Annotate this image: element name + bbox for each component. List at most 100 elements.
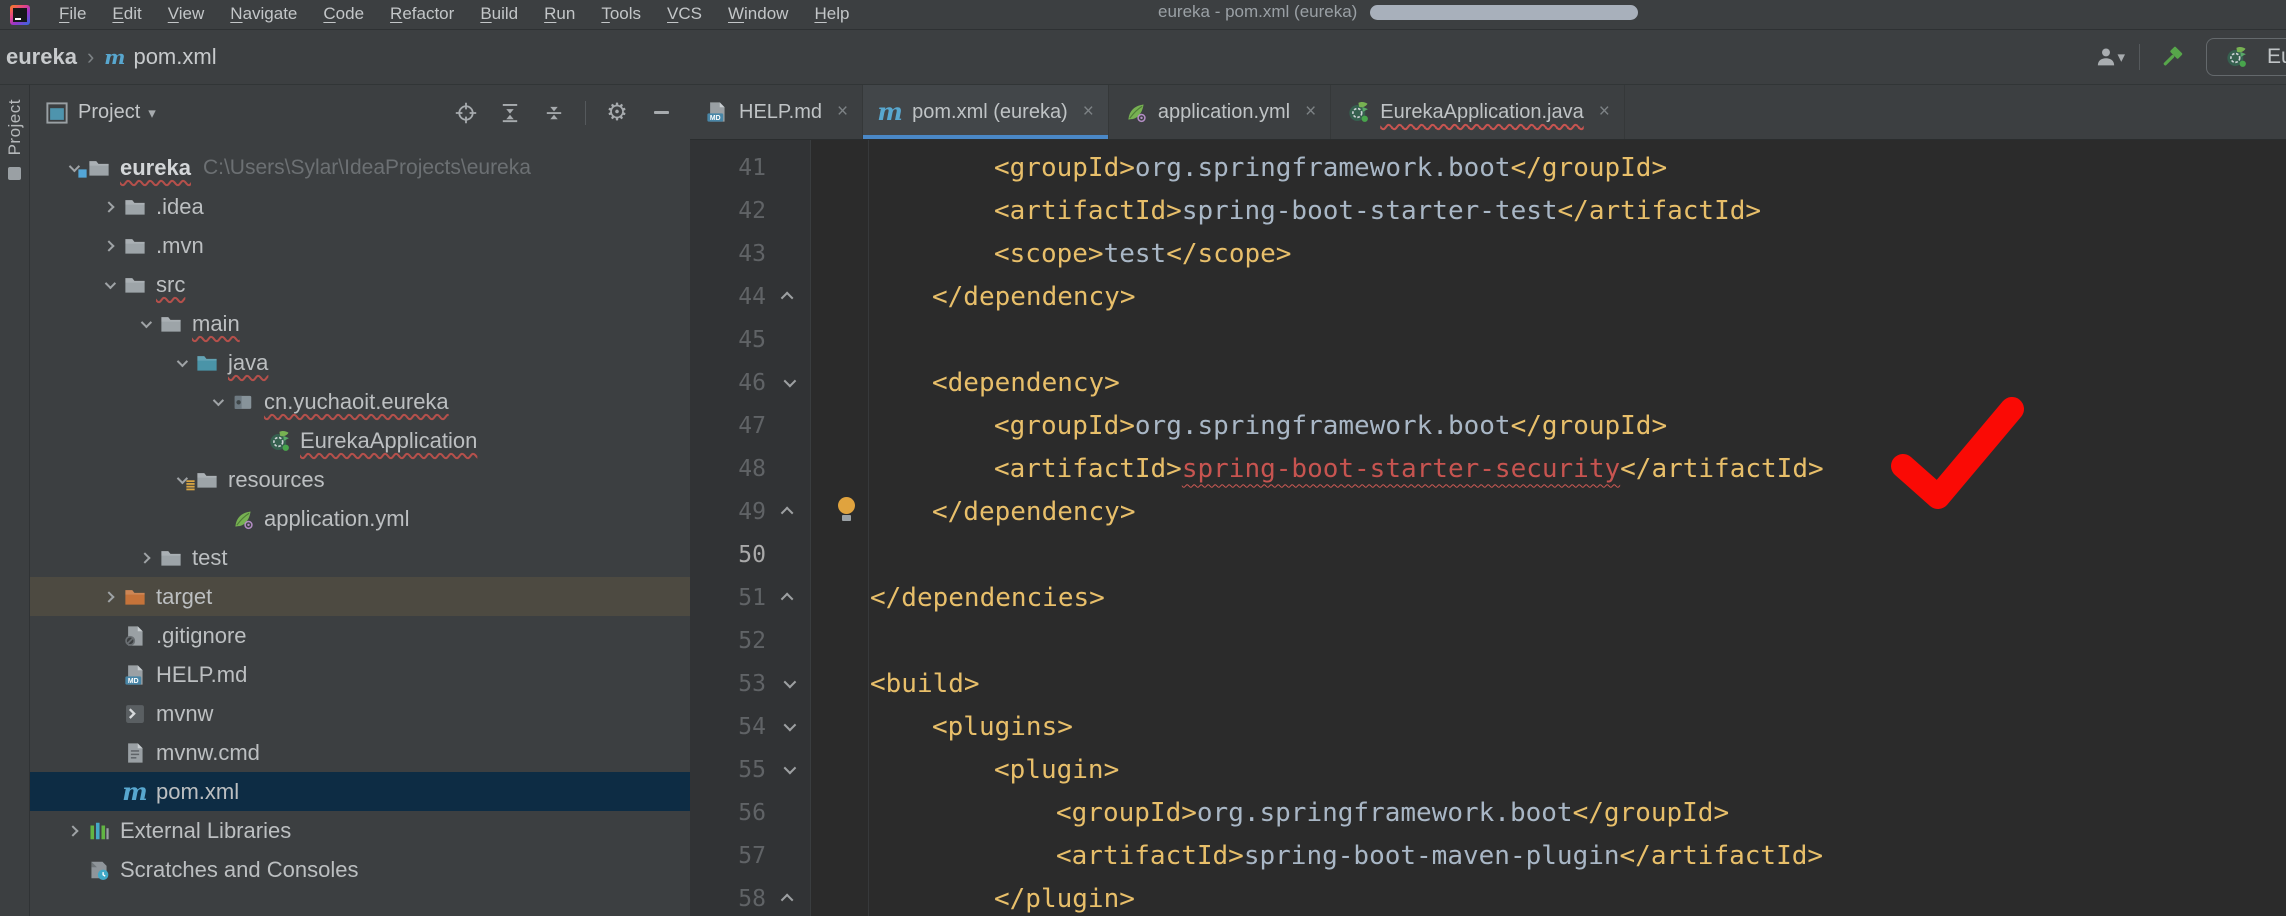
tree-item-idea[interactable]: .idea	[30, 187, 690, 226]
expand-all-icon[interactable]	[495, 98, 525, 128]
intention-bulb-icon[interactable]	[838, 497, 855, 525]
menu-item-build[interactable]: Build	[467, 0, 531, 30]
fold-open-icon[interactable]	[766, 361, 810, 404]
chevron-down-icon[interactable]: ▾	[148, 104, 156, 122]
tree-item-mvnw[interactable]: mvnw	[30, 694, 690, 733]
tree-item-mvn[interactable]: .mvn	[30, 226, 690, 265]
tree-chevron-icon[interactable]	[96, 577, 122, 616]
tree-item-scratches-and-consoles[interactable]: Scratches and Consoles	[30, 850, 690, 889]
dropdown-caret-icon[interactable]: ▾	[2117, 48, 2125, 66]
menu-item-edit[interactable]: Edit	[99, 0, 154, 30]
code-line-48[interactable]: 48 <artifactId>spring-boot-starter-secur…	[690, 447, 2286, 490]
tree-item-mvnw-cmd[interactable]: mvnw.cmd	[30, 733, 690, 772]
fold-close-icon[interactable]	[766, 490, 810, 533]
code-line-51[interactable]: 51 </dependencies>	[690, 576, 2286, 619]
breadcrumb-project[interactable]: eureka	[6, 44, 77, 70]
code-area[interactable]: 41 <groupId>org.springframework.boot</gr…	[690, 140, 2286, 916]
close-icon[interactable]: ×	[1599, 101, 1610, 123]
code-line-58[interactable]: 58 </plugin>	[690, 877, 2286, 916]
breadcrumb-file[interactable]: pom.xml	[133, 44, 216, 70]
code-line-42[interactable]: 42 <artifactId>spring-boot-starter-test<…	[690, 189, 2286, 232]
tree-chevron-icon[interactable]	[240, 421, 266, 460]
tree-chevron-icon[interactable]	[60, 811, 86, 850]
menu-item-help[interactable]: Help	[801, 0, 862, 30]
tree-chevron-icon[interactable]	[96, 694, 122, 733]
tree-item-pom-xml[interactable]: m pom.xml	[30, 772, 690, 811]
fold-marker-icon[interactable]	[766, 232, 810, 275]
tree-item-external-libraries[interactable]: External Libraries	[30, 811, 690, 850]
menu-item-code[interactable]: Code	[310, 0, 377, 30]
fold-marker-icon[interactable]	[766, 189, 810, 232]
tree-chevron-icon[interactable]	[96, 187, 122, 226]
tree-chevron-icon[interactable]	[60, 850, 86, 889]
tree-chevron-icon[interactable]	[96, 733, 122, 772]
tree-chevron-icon[interactable]	[204, 382, 230, 421]
menu-item-window[interactable]: Window	[715, 0, 801, 30]
code-line-47[interactable]: 47 <groupId>org.springframework.boot</gr…	[690, 404, 2286, 447]
menu-item-view[interactable]: View	[155, 0, 218, 30]
fold-marker-icon[interactable]	[766, 619, 810, 662]
tree-item-java[interactable]: java	[30, 343, 690, 382]
tree-chevron-icon[interactable]	[96, 265, 122, 304]
close-icon[interactable]: ×	[1083, 101, 1094, 123]
tree-chevron-icon[interactable]	[96, 616, 122, 655]
code-line-45[interactable]: 45	[690, 318, 2286, 361]
fold-marker-icon[interactable]	[766, 146, 810, 189]
toolwindow-stripe-project[interactable]: Project	[5, 99, 25, 155]
tree-item-test[interactable]: test	[30, 538, 690, 577]
menu-item-run[interactable]: Run	[531, 0, 588, 30]
run-configuration-select[interactable]: Eu	[2206, 38, 2286, 76]
menu-item-navigate[interactable]: Navigate	[217, 0, 310, 30]
tree-chevron-icon[interactable]	[96, 226, 122, 265]
fold-marker-icon[interactable]	[766, 404, 810, 447]
code-line-54[interactable]: 54 <plugins>	[690, 705, 2286, 748]
code-line-52[interactable]: 52	[690, 619, 2286, 662]
tree-item-application-yml[interactable]: application.yml	[30, 499, 690, 538]
code-line-49[interactable]: 49 </dependency>	[690, 490, 2286, 533]
code-line-57[interactable]: 57 <artifactId>spring-boot-maven-plugin<…	[690, 834, 2286, 877]
close-icon[interactable]: ×	[837, 101, 848, 123]
code-line-44[interactable]: 44 </dependency>	[690, 275, 2286, 318]
tree-item-help-md[interactable]: MD HELP.md	[30, 655, 690, 694]
code-line-41[interactable]: 41 <groupId>org.springframework.boot</gr…	[690, 146, 2286, 189]
tree-item-target[interactable]: target	[30, 577, 690, 616]
code-line-56[interactable]: 56 <groupId>org.springframework.boot</gr…	[690, 791, 2286, 834]
menu-item-vcs[interactable]: VCS	[654, 0, 715, 30]
menu-item-file[interactable]: File	[46, 0, 99, 30]
code-line-50[interactable]: 50	[690, 533, 2286, 576]
fold-marker-icon[interactable]	[766, 533, 810, 576]
code-line-46[interactable]: 46 <dependency>	[690, 361, 2286, 404]
tree-chevron-icon[interactable]	[132, 304, 158, 343]
tree-chevron-icon[interactable]	[204, 499, 230, 538]
tab-help-md[interactable]: MD HELP.md ×	[690, 85, 863, 139]
locate-icon[interactable]	[451, 98, 481, 128]
fold-marker-icon[interactable]	[766, 318, 810, 361]
tree-chevron-icon[interactable]	[96, 655, 122, 694]
tree-item-resources[interactable]: resources	[30, 460, 690, 499]
project-panel-title[interactable]: Project	[78, 101, 140, 124]
fold-open-icon[interactable]	[766, 662, 810, 705]
tree-item-src[interactable]: src	[30, 265, 690, 304]
tab-eurekaapplication-java[interactable]: EurekaApplication.java ×	[1331, 85, 1625, 139]
fold-marker-icon[interactable]	[766, 447, 810, 490]
tree-chevron-icon[interactable]	[168, 343, 194, 382]
tab-pom-xml-eureka[interactable]: m pom.xml (eureka) ×	[863, 85, 1109, 139]
fold-marker-icon[interactable]	[766, 791, 810, 834]
toolwindow-square-icon[interactable]	[8, 167, 21, 180]
tree-chevron-icon[interactable]	[132, 538, 158, 577]
tree-item-cn-yuchaoit-eureka[interactable]: cn.yuchaoit.eureka	[30, 382, 690, 421]
fold-close-icon[interactable]	[766, 275, 810, 318]
hide-panel-icon[interactable]	[646, 98, 676, 128]
tree-item-eurekaapplication[interactable]: EurekaApplication	[30, 421, 690, 460]
close-icon[interactable]: ×	[1305, 101, 1316, 123]
fold-close-icon[interactable]	[766, 576, 810, 619]
fold-marker-icon[interactable]	[766, 834, 810, 877]
code-line-53[interactable]: 53 <build>	[690, 662, 2286, 705]
code-line-55[interactable]: 55 <plugin>	[690, 748, 2286, 791]
settings-gear-icon[interactable]: ⚙	[602, 98, 632, 128]
tree-item-main[interactable]: main	[30, 304, 690, 343]
fold-close-icon[interactable]	[766, 877, 810, 916]
build-hammer-icon[interactable]	[2154, 40, 2188, 74]
code-line-43[interactable]: 43 <scope>test</scope>	[690, 232, 2286, 275]
fold-open-icon[interactable]	[766, 748, 810, 791]
